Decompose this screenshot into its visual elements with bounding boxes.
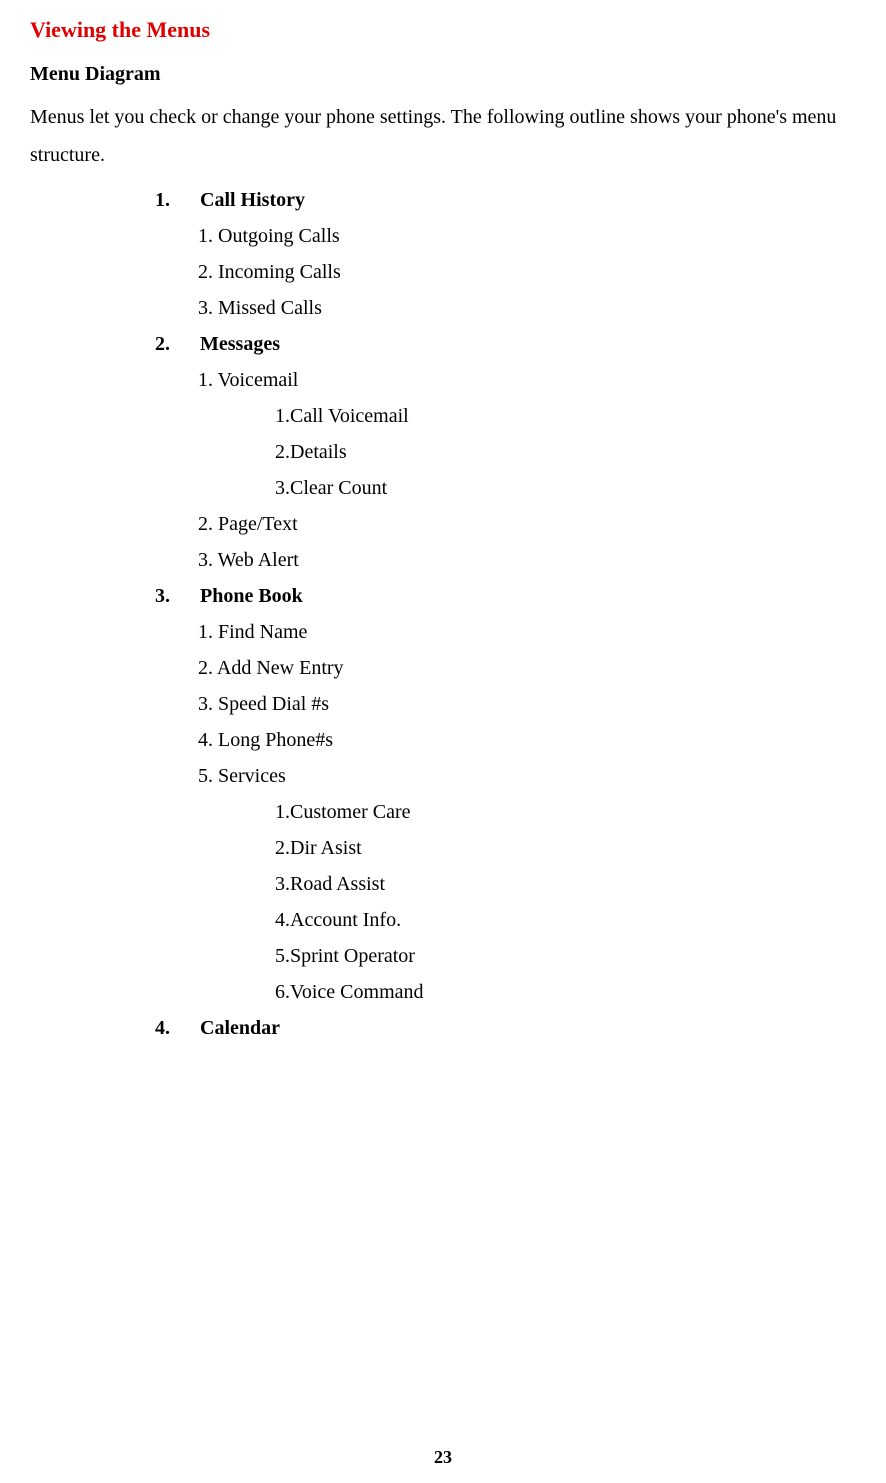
section-title: Calendar <box>200 1017 280 1039</box>
submenu-item: 5.Sprint Operator <box>275 938 856 974</box>
menu-item: 1. Outgoing Calls <box>198 218 856 254</box>
section-number: 1. <box>155 182 195 218</box>
menu-item: 3. Web Alert <box>198 542 856 578</box>
page-number: 23 <box>30 1441 856 1473</box>
section-number: 2. <box>155 326 195 362</box>
submenu-item: 1.Call Voicemail <box>275 398 856 434</box>
section-2-header: 2. Messages <box>30 326 856 362</box>
submenu-item: 3.Road Assist <box>275 866 856 902</box>
section-1-header: 1. Call History <box>30 182 856 218</box>
submenu-item: 4.Account Info. <box>275 902 856 938</box>
menu-item: 3. Missed Calls <box>198 290 856 326</box>
section-3-header: 3. Phone Book <box>30 578 856 614</box>
submenu-item: 2.Details <box>275 434 856 470</box>
subtitle: Menu Diagram <box>30 56 856 92</box>
menu-item: 2. Incoming Calls <box>198 254 856 290</box>
section-4-header: 4. Calendar <box>30 1010 856 1046</box>
menu-item: 3. Speed Dial #s <box>198 686 856 722</box>
submenu-item: 3.Clear Count <box>275 470 856 506</box>
section-title: Messages <box>200 333 280 355</box>
menu-item: 1. Voicemail <box>198 362 856 398</box>
main-title: Viewing the Menus <box>30 10 856 50</box>
section-title: Phone Book <box>200 585 303 607</box>
menu-item: 1. Find Name <box>198 614 856 650</box>
section-number: 4. <box>155 1010 195 1046</box>
section-title: Call History <box>200 189 305 211</box>
submenu-item: 2.Dir Asist <box>275 830 856 866</box>
menu-item: 2. Add New Entry <box>198 650 856 686</box>
intro-text: Menus let you check or change your phone… <box>30 98 856 174</box>
menu-item: 4. Long Phone#s <box>198 722 856 758</box>
section-number: 3. <box>155 578 195 614</box>
menu-item: 5. Services <box>198 758 856 794</box>
submenu-item: 1.Customer Care <box>275 794 856 830</box>
submenu-item: 6.Voice Command <box>275 974 856 1010</box>
menu-item: 2. Page/Text <box>198 506 856 542</box>
